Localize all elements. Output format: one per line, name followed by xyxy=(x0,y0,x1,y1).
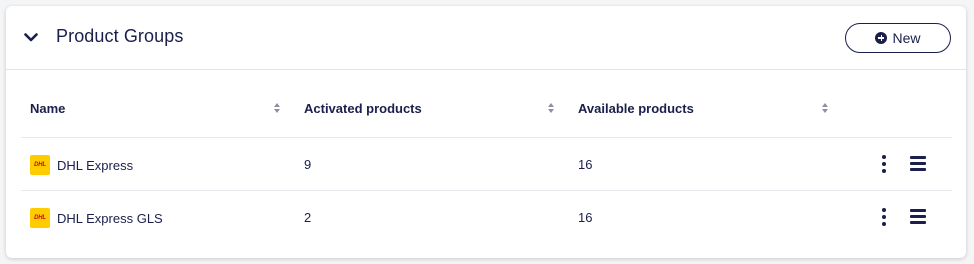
activated-count: 9 xyxy=(304,157,312,172)
sort-icon[interactable] xyxy=(547,102,555,114)
column-header-available[interactable]: Available products xyxy=(578,101,694,116)
plus-circle-icon xyxy=(875,32,888,44)
new-button[interactable]: New xyxy=(845,23,951,53)
chevron-down-icon[interactable] xyxy=(22,28,40,46)
card-header: Product Groups New xyxy=(6,6,966,70)
product-groups-table: Name Activated products Available produc… xyxy=(21,84,952,243)
new-button-label: New xyxy=(892,30,921,46)
drag-handle-icon[interactable] xyxy=(910,155,926,172)
page-title: Product Groups xyxy=(56,26,184,46)
column-header-name[interactable]: Name xyxy=(30,101,65,116)
column-header-activated[interactable]: Activated products xyxy=(304,101,422,116)
table-row[interactable]: DHL DHL Express GLS 2 16 xyxy=(21,191,952,243)
dhl-logo-icon: DHL xyxy=(30,155,50,175)
table-header-row: Name Activated products Available produc… xyxy=(21,84,952,138)
available-count: 16 xyxy=(578,157,593,172)
available-count: 16 xyxy=(578,210,593,225)
product-groups-card: Product Groups New Name Activated produc… xyxy=(6,6,966,258)
more-options-icon[interactable] xyxy=(878,207,890,227)
activated-count: 2 xyxy=(304,210,312,225)
sort-icon[interactable] xyxy=(821,102,829,114)
product-group-name: DHL Express xyxy=(57,157,134,173)
table-row[interactable]: DHL DHL Express 9 16 xyxy=(21,138,952,191)
drag-handle-icon[interactable] xyxy=(910,208,926,225)
dhl-logo-icon: DHL xyxy=(30,208,50,228)
name-cell: DHL DHL Express xyxy=(30,155,133,175)
name-cell: DHL DHL Express GLS xyxy=(30,208,163,228)
sort-icon[interactable] xyxy=(273,102,281,114)
product-group-name: DHL Express GLS xyxy=(57,210,163,226)
more-options-icon[interactable] xyxy=(878,154,890,174)
